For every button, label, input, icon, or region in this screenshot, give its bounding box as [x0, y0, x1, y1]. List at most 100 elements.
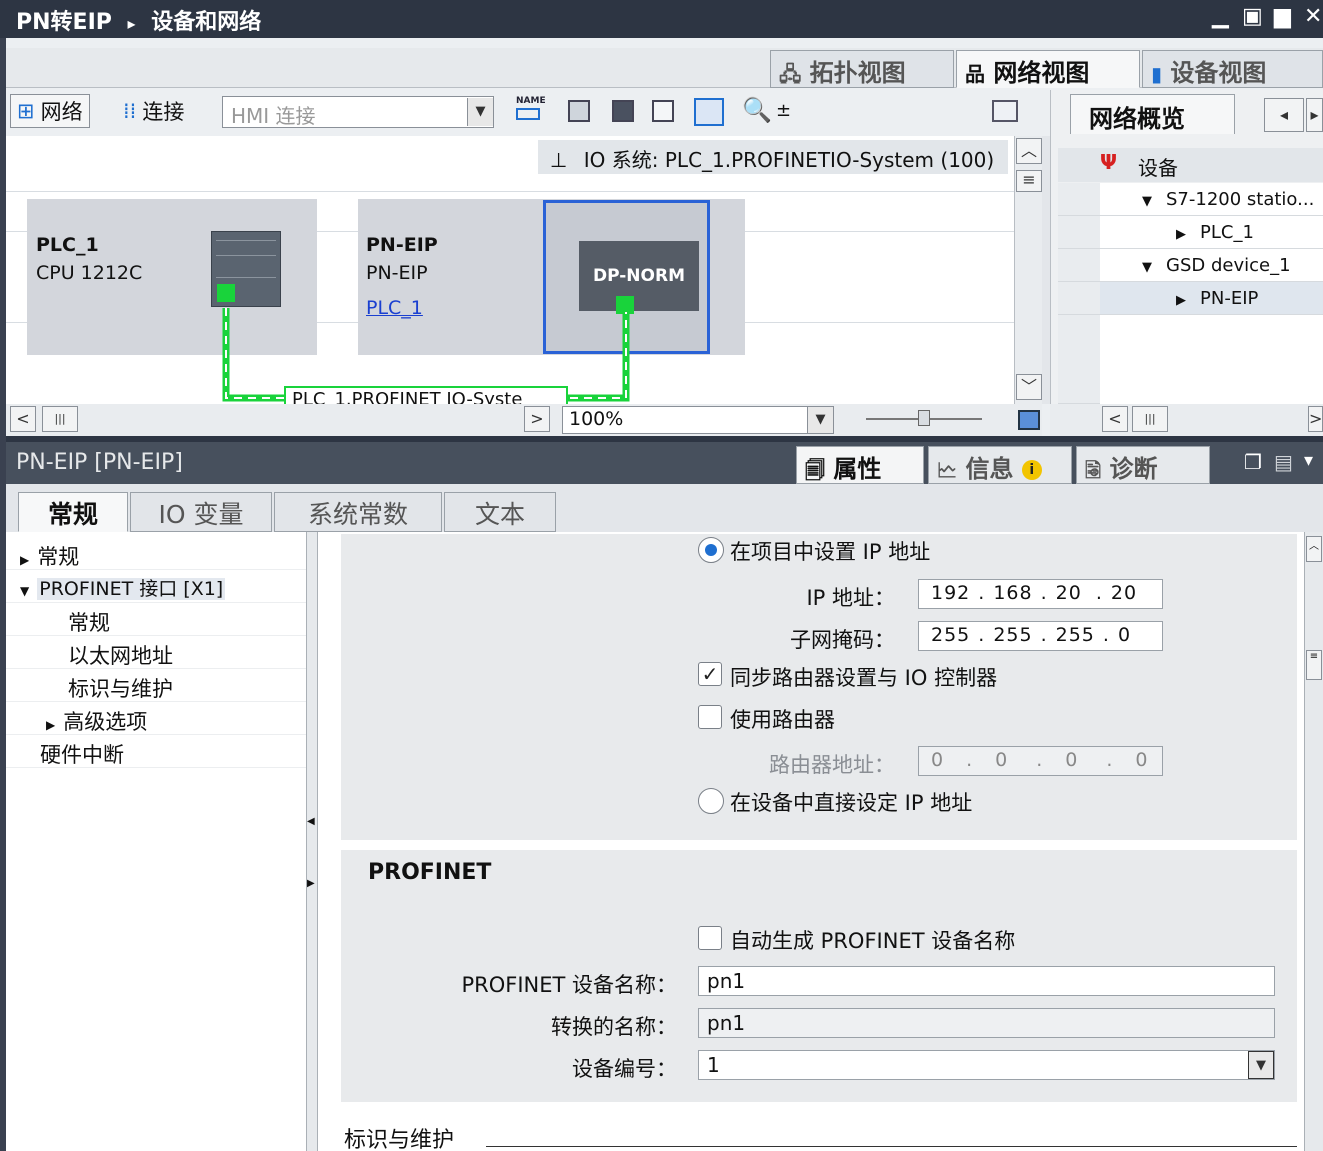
minimize-icon[interactable]: ▁: [1212, 4, 1229, 29]
chevron-down-icon[interactable]: ▼: [1142, 194, 1152, 209]
tab-info[interactable]: 🗠 信息 i: [928, 446, 1072, 484]
list-item[interactable]: ▼ GSD device_1: [1100, 249, 1323, 282]
chevron-right-icon[interactable]: >: [524, 406, 550, 432]
subnet-mask-field[interactable]: 255. 255. 255. 0: [918, 621, 1163, 651]
chevron-down-icon[interactable]: ▾: [1304, 450, 1313, 471]
scroll-thumb[interactable]: ≡: [1306, 650, 1322, 680]
tree-item-profinet-interface[interactable]: ▼ PROFINET 接口 [X1]: [6, 570, 306, 603]
canvas-vertical-scrollbar[interactable]: ︿ ≡ ﹀: [1014, 136, 1042, 404]
tree-item-identification[interactable]: 标识与维护: [6, 669, 306, 702]
collapse-left-icon[interactable]: ◀: [307, 816, 315, 827]
tree-item-hardware-interrupts[interactable]: 硬件中断: [6, 735, 306, 768]
ip-address-field[interactable]: 192. 168. 20. 20: [918, 579, 1163, 609]
scroll-thumb[interactable]: |||: [1132, 406, 1168, 432]
connect-button[interactable]: ⁞⁞ 连接: [116, 94, 191, 128]
column-label: 设备: [1138, 156, 1178, 180]
content-vertical-scrollbar[interactable]: ︿ ≡: [1304, 532, 1323, 1151]
auto-name-checkbox[interactable]: [698, 926, 722, 950]
tab-io-tags[interactable]: IO 变量: [130, 492, 272, 532]
tree-item-advanced-options[interactable]: ▶ 高级选项: [6, 702, 306, 735]
show-labels-icon[interactable]: [612, 100, 634, 122]
chevron-down-icon[interactable]: ﹀: [1016, 374, 1042, 400]
zoom-dropdown-icon[interactable]: ±: [776, 100, 791, 121]
io-system-banner[interactable]: ⊥ IO 系统: PLC_1.PROFINETIO-System (100): [538, 140, 1008, 174]
scroll-thumb[interactable]: |||: [42, 406, 78, 432]
properties-icon: 🗐: [805, 458, 825, 482]
scroll-thumb[interactable]: ≡: [1016, 170, 1042, 192]
chevron-right-icon[interactable]: >: [1308, 406, 1323, 432]
tree-item-ethernet-address[interactable]: 以太网地址: [6, 636, 306, 669]
zoom-slider-handle[interactable]: [918, 410, 930, 426]
tree-label: 以太网地址: [68, 644, 173, 668]
zoom-in-icon[interactable]: 🔍: [742, 96, 772, 124]
inspector-title: PN-EIP [PN-EIP]: [16, 450, 183, 475]
chevron-down-icon[interactable]: ▼: [1142, 260, 1152, 275]
device-name-label: PROFINET 设备名称：: [461, 973, 677, 997]
expand-right-icon[interactable]: ▶: [307, 878, 315, 889]
maximize-icon[interactable]: ▆: [1274, 4, 1291, 29]
layout-icon[interactable]: ▤: [1274, 450, 1293, 474]
restore-icon[interactable]: ▣: [1242, 4, 1263, 29]
list-item[interactable]: ▼ S7-1200 statio...: [1100, 183, 1323, 216]
chevron-up-icon[interactable]: ︿: [1306, 536, 1322, 562]
device-number-select[interactable]: 1 ▼: [698, 1050, 1275, 1080]
device-name-input[interactable]: pn1: [698, 966, 1275, 996]
panel-splitter[interactable]: [1042, 136, 1050, 404]
chevron-left-icon[interactable]: ◂: [1264, 98, 1304, 132]
network-mode-icon: ⊞: [17, 99, 35, 123]
use-router-checkbox[interactable]: [698, 705, 722, 729]
list-item-selected[interactable]: ▶ PN-EIP: [1100, 282, 1323, 315]
fit-page-icon[interactable]: [1018, 410, 1040, 430]
tab-system-constants[interactable]: 系统常数: [274, 492, 442, 532]
mask-octet: 0: [1117, 624, 1132, 646]
chevron-right-icon[interactable]: ▶: [1176, 227, 1186, 242]
radio-set-direct[interactable]: [698, 788, 724, 814]
zoom-value: 100%: [569, 408, 624, 430]
chevron-up-icon[interactable]: ︿: [1016, 138, 1042, 164]
device-name-icon[interactable]: NAME: [516, 96, 546, 126]
tab-label: 网络视图: [993, 59, 1090, 87]
tree-item-interface-general[interactable]: 常规: [6, 603, 306, 636]
grid-icon[interactable]: [652, 100, 674, 122]
connection-type-select[interactable]: HMI 连接 ▼: [222, 96, 494, 128]
chevron-down-icon[interactable]: ▼: [20, 584, 29, 598]
list-item[interactable]: ▶ PLC_1: [1100, 216, 1323, 249]
tab-texts[interactable]: 文本: [444, 492, 556, 532]
radio-set-in-project[interactable]: [698, 537, 724, 563]
chevron-left-icon[interactable]: <: [1102, 406, 1128, 432]
overview-toggle-icon[interactable]: [992, 100, 1018, 122]
tree-splitter[interactable]: ◀ ▶: [306, 532, 318, 1151]
breadcrumb-page[interactable]: 设备和网络: [151, 10, 261, 35]
device-number-label: 设备编号：: [572, 1057, 677, 1081]
network-label[interactable]: PLC_1.PROFINET IO-Syste: [284, 386, 568, 404]
tab-topology-view[interactable]: 🖧 拓扑视图: [770, 50, 954, 88]
highlight-connection-icon[interactable]: [568, 100, 590, 122]
chevron-right-icon[interactable]: ▸: [1306, 98, 1323, 132]
close-icon[interactable]: ✕: [1304, 4, 1322, 29]
chevron-left-icon[interactable]: <: [10, 406, 36, 432]
row-marker: [1058, 282, 1100, 315]
chevron-right-icon[interactable]: ▶: [1176, 293, 1186, 308]
tab-device-view[interactable]: ▮ 设备视图: [1142, 50, 1323, 88]
tab-network-overview[interactable]: 网络概览: [1070, 94, 1235, 134]
tab-general[interactable]: 常规: [18, 492, 128, 532]
breadcrumb-project[interactable]: PN转EIP: [16, 10, 112, 35]
sync-router-checkbox[interactable]: ✓: [698, 662, 722, 686]
chevron-down-icon[interactable]: ▼: [807, 407, 833, 433]
profinet-heading: PROFINET: [368, 860, 492, 885]
overview-column-header[interactable]: Ψ 设备: [1058, 148, 1323, 182]
title-bar: PN转EIP ▸ 设备和网络 ▁ ▣ ▆ ✕: [0, 0, 1323, 38]
tree-item-general[interactable]: ▶ 常规: [6, 537, 306, 570]
page-layout-icon[interactable]: [694, 98, 724, 126]
zoom-level-select[interactable]: 100% ▼: [562, 406, 834, 434]
chevron-right-icon[interactable]: ▶: [46, 718, 55, 732]
chevron-right-icon[interactable]: ▶: [20, 553, 29, 567]
tab-network-view[interactable]: 品 网络视图: [956, 50, 1140, 88]
tab-properties[interactable]: 🗐 属性: [796, 446, 924, 484]
chevron-down-icon[interactable]: ▼: [467, 98, 493, 126]
network-button[interactable]: ⊞ 网络: [10, 94, 90, 128]
float-window-icon[interactable]: ❐: [1244, 450, 1262, 474]
chevron-down-icon[interactable]: ▼: [1248, 1051, 1274, 1079]
tab-label: 拓扑视图: [809, 59, 906, 87]
tab-diagnostics[interactable]: 🗟 诊断: [1076, 446, 1210, 484]
